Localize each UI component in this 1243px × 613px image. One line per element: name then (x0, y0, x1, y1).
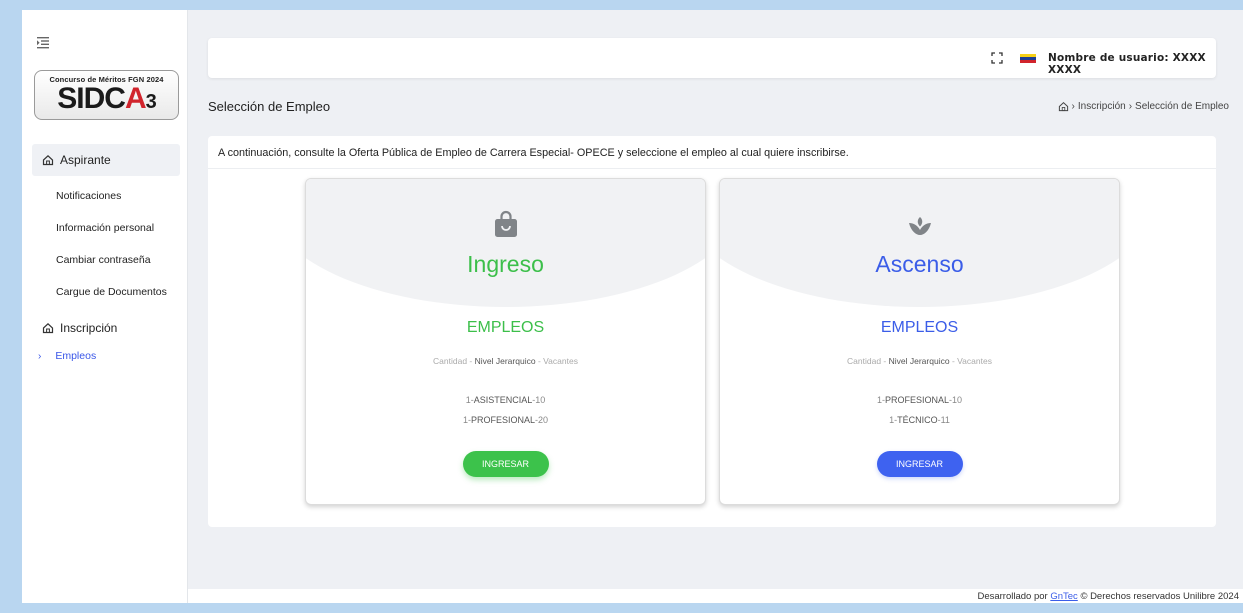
breadcrumb: › Inscripción › Selección de Empleo (1058, 101, 1229, 112)
card-title: Ascenso (875, 251, 964, 277)
sidebar-item-label: Empleos (55, 350, 97, 362)
breadcrumb-current: Selección de Empleo (1135, 101, 1229, 112)
empleo-row: 1-PROFESIONAL-10 (876, 395, 963, 405)
sidebar-item-notificaciones[interactable]: Notificaciones (56, 190, 121, 202)
sidebar-group-inscripcion[interactable]: Inscripción (32, 312, 180, 344)
shopping-bag-icon (494, 210, 517, 237)
sprout-icon (908, 217, 931, 235)
sidebar-item-empleos[interactable]: › Empleos (38, 350, 96, 362)
card-title: Ingreso (467, 251, 544, 277)
legend-text: Cantidad - Nivel Jerarquico - Vacantes (433, 356, 578, 366)
gntec-link[interactable]: GnTec (1050, 591, 1077, 602)
breadcrumb-inscripcion[interactable]: Inscripción (1078, 101, 1126, 112)
sidebar-item-cambiar-contrasena[interactable]: Cambiar contraseña (56, 254, 151, 266)
divider (208, 168, 1216, 169)
home-icon (42, 154, 54, 166)
empleo-row: 1-TÉCNICO-11 (889, 415, 950, 425)
sidebar: Concurso de Méritos FGN 2024 SIDCA3 Aspi… (22, 10, 188, 603)
home-icon[interactable] (1058, 101, 1069, 112)
card-header-curve (306, 179, 705, 307)
breadcrumb-separator: › (1128, 101, 1133, 112)
logo-wordmark: SIDCA3 (57, 82, 156, 115)
app-window: Concurso de Méritos FGN 2024 SIDCA3 Aspi… (22, 10, 1243, 603)
username-label: Nombre de usuario: XXXX XXXX (1048, 52, 1206, 76)
top-header: Nombre de usuario: XXXX XXXX (208, 38, 1216, 78)
sidebar-item-cargue-documentos[interactable]: Cargue de Documentos (56, 286, 167, 298)
empleos-heading: EMPLEOS (880, 319, 959, 336)
footer-text: Desarrollado por GnTec © Derechos reserv… (977, 591, 1239, 602)
sidebar-group-label: Inscripción (60, 321, 118, 335)
menu-toggle-icon[interactable] (36, 36, 50, 50)
page-title: Selección de Empleo (208, 99, 331, 114)
card-ingreso: Ingreso EMPLEOS Cantidad - Nivel Jerarqu… (305, 178, 706, 505)
home-icon (42, 322, 54, 334)
sidebar-group-aspirante[interactable]: Aspirante (32, 144, 180, 176)
legend-text: Cantidad - Nivel Jerarquico - Vacantes (847, 356, 992, 366)
sidcA3-logo: Concurso de Méritos FGN 2024 SIDCA3 (34, 70, 179, 120)
chevron-right-icon: › (38, 350, 42, 362)
ingresar-button[interactable]: INGRESAR (462, 451, 549, 477)
empleo-row: 1-PROFESIONAL-20 (462, 415, 549, 425)
breadcrumb-separator: › (1071, 101, 1075, 112)
card-ascenso: Ascenso EMPLEOS Cantidad - Nivel Jerarqu… (719, 178, 1120, 505)
intro-text: A continuación, consulte la Oferta Públi… (218, 147, 849, 159)
main-content: A continuación, consulte la Oferta Públi… (208, 136, 1216, 527)
colombia-flag-icon[interactable] (1020, 54, 1036, 63)
sidebar-item-informacion-personal[interactable]: Información personal (56, 222, 154, 234)
empleos-heading: EMPLEOS (466, 319, 545, 336)
fullscreen-icon[interactable] (991, 52, 1003, 64)
empleo-row: 1-ASISTENCIAL-10 (465, 395, 546, 405)
sidebar-group-label: Aspirante (60, 153, 111, 167)
ingresar-button[interactable]: INGRESAR (876, 451, 963, 477)
card-header-curve (720, 179, 1119, 307)
